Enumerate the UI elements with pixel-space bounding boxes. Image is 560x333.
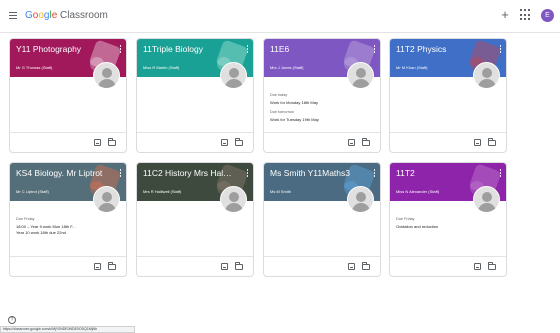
- class-title[interactable]: 11Triple Biology: [143, 44, 233, 54]
- folder-icon[interactable]: [488, 138, 496, 146]
- classroom-logo[interactable]: Google Classroom: [25, 10, 108, 21]
- folder-icon[interactable]: [108, 138, 116, 146]
- work-portfolio-icon[interactable]: [474, 139, 481, 146]
- logo-product-name: Classroom: [57, 10, 108, 21]
- more-options-icon[interactable]: [119, 45, 122, 54]
- card-footer: [264, 132, 380, 152]
- help-icon[interactable]: ?: [8, 316, 16, 324]
- due-assignment-link[interactable]: Oxidation and reduction: [396, 224, 438, 229]
- folder-icon[interactable]: [235, 138, 243, 146]
- plus-icon[interactable]: +: [498, 8, 512, 22]
- class-title[interactable]: KS4 Biology. Mr Liptrot: [16, 168, 106, 178]
- teacher-avatar: [220, 62, 247, 89]
- folder-icon[interactable]: [488, 262, 496, 270]
- work-portfolio-icon[interactable]: [221, 263, 228, 270]
- due-assignment-link[interactable]: Work for Tuesday 19th May: [270, 117, 319, 122]
- teacher-avatar: [347, 186, 374, 213]
- folder-icon[interactable]: [362, 262, 370, 270]
- top-actions: + E: [498, 8, 554, 22]
- folder-icon[interactable]: [362, 138, 370, 146]
- more-options-icon[interactable]: [499, 45, 502, 54]
- logo-letter: G: [25, 10, 33, 21]
- class-teacher[interactable]: Miss R Martin (Staff): [143, 65, 179, 70]
- card-footer: [10, 132, 126, 152]
- teacher-avatar: [347, 62, 374, 89]
- class-title[interactable]: Y11 Photography: [16, 44, 106, 54]
- due-assignment-link[interactable]: 18:00 – Year 9 work Mon 18th F...: [16, 224, 76, 229]
- class-card[interactable]: 11E6 Mrs J Jones (Staff) Due today Work for…: [263, 38, 381, 153]
- more-options-icon[interactable]: [246, 45, 249, 54]
- work-portfolio-icon[interactable]: [221, 139, 228, 146]
- teacher-avatar: [220, 186, 247, 213]
- work-portfolio-icon[interactable]: [348, 263, 355, 270]
- work-portfolio-icon[interactable]: [474, 263, 481, 270]
- work-portfolio-icon[interactable]: [94, 263, 101, 270]
- class-teacher[interactable]: Mr G Thomas (Staff): [16, 65, 52, 70]
- class-teacher[interactable]: Mrs J Jones (Staff): [270, 65, 304, 70]
- card-footer: [390, 256, 506, 276]
- work-portfolio-icon[interactable]: [94, 139, 101, 146]
- class-card[interactable]: 11T2 Physics Mr M Khan (Staff): [389, 38, 507, 153]
- due-label: Due Friday: [396, 217, 415, 221]
- folder-icon[interactable]: [235, 262, 243, 270]
- class-card[interactable]: KS4 Biology. Mr Liptrot Mr C Liptrot (Sta…: [9, 162, 127, 277]
- class-teacher[interactable]: Ms M Smith: [270, 189, 291, 194]
- class-teacher[interactable]: Mrs R Halliwell (Staff): [143, 189, 181, 194]
- teacher-avatar: [93, 186, 120, 213]
- class-title[interactable]: 11C2 History Mrs Halliwell: [143, 168, 233, 178]
- class-title[interactable]: 11T2: [396, 168, 486, 178]
- more-options-icon[interactable]: [373, 45, 376, 54]
- more-options-icon[interactable]: [119, 169, 122, 178]
- work-portfolio-icon[interactable]: [348, 139, 355, 146]
- class-card[interactable]: 11Triple Biology Miss R Martin (Staff): [136, 38, 254, 153]
- due-label: Due tomorrow: [270, 110, 294, 114]
- teacher-avatar: [473, 62, 500, 89]
- class-teacher[interactable]: Mr C Liptrot (Staff): [16, 189, 49, 194]
- teacher-avatar: [93, 62, 120, 89]
- main-menu-icon[interactable]: [9, 12, 17, 19]
- due-label: Due today: [270, 93, 288, 97]
- class-teacher[interactable]: Mr M Khan (Staff): [396, 65, 428, 70]
- folder-icon[interactable]: [108, 262, 116, 270]
- class-card[interactable]: Ms Smith Y11Maths3 Ms M Smith: [263, 162, 381, 277]
- teacher-avatar: [473, 186, 500, 213]
- apps-grid-icon[interactable]: [520, 9, 532, 21]
- due-assignment-link[interactable]: Work for Monday 18th May: [270, 100, 318, 105]
- card-footer: [137, 256, 253, 276]
- card-footer: [264, 256, 380, 276]
- more-options-icon[interactable]: [373, 169, 376, 178]
- class-card[interactable]: Y11 Photography Mr G Thomas (Staff): [9, 38, 127, 153]
- class-title[interactable]: 11E6: [270, 44, 360, 54]
- card-footer: [10, 256, 126, 276]
- due-label: Due Friday: [16, 217, 35, 221]
- class-card[interactable]: 11C2 History Mrs Halliwell Mrs R Halliwel…: [136, 162, 254, 277]
- card-footer: [137, 132, 253, 152]
- top-app-bar: Google Classroom + E: [0, 0, 560, 33]
- class-card[interactable]: 11T2 Miss N Alexander (Staff) Due Friday Ox…: [389, 162, 507, 277]
- more-options-icon[interactable]: [246, 169, 249, 178]
- card-footer: [390, 132, 506, 152]
- due-assignment-link[interactable]: Year 10 work 18th due 22nd: [16, 230, 66, 235]
- account-avatar[interactable]: E: [541, 8, 554, 22]
- class-title[interactable]: Ms Smith Y11Maths3: [270, 168, 360, 178]
- class-title[interactable]: 11T2 Physics: [396, 44, 486, 54]
- class-teacher[interactable]: Miss N Alexander (Staff): [396, 189, 439, 194]
- link-status-bar: https://classroom.google.com/c/MjY0NDE0N…: [0, 326, 135, 333]
- more-options-icon[interactable]: [499, 169, 502, 178]
